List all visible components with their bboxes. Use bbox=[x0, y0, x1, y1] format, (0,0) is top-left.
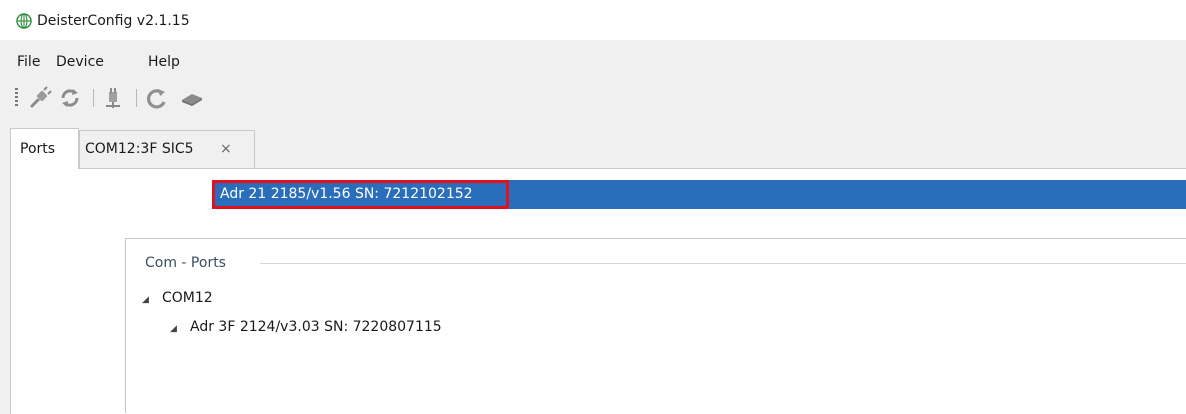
window-title: DeisterConfig v2.1.15 bbox=[37, 13, 190, 29]
network-plug-icon[interactable] bbox=[102, 86, 126, 110]
reconnect-arrow-icon[interactable] bbox=[145, 86, 169, 110]
menu-file[interactable]: File bbox=[17, 52, 40, 72]
menu-help[interactable]: Help bbox=[148, 52, 180, 72]
toolbar-separator bbox=[93, 89, 94, 107]
device-reader-icon[interactable] bbox=[180, 86, 204, 110]
tree-node-label: COM12 bbox=[162, 290, 213, 306]
tree-node-adr-3f[interactable]: ◢ Adr 3F 2124/v3.03 SN: 7220807115 bbox=[168, 315, 488, 341]
expand-toggle-icon[interactable]: ◢ bbox=[170, 319, 177, 339]
tree-node-com12[interactable]: ◢ COM12 bbox=[140, 286, 440, 312]
tab-ports-label: Ports bbox=[20, 141, 56, 157]
tree-node-label: Adr 3F 2124/v3.03 SN: 7220807115 bbox=[190, 319, 442, 335]
groupbox-rule bbox=[260, 263, 1186, 264]
close-tab-icon[interactable]: × bbox=[220, 139, 232, 159]
com-ports-title: Com - Ports bbox=[141, 253, 232, 273]
app-globe-icon bbox=[16, 13, 32, 29]
tab-com12-label: COM12:3F SIC5 bbox=[85, 141, 194, 157]
title-bar: DeisterConfig v2.1.15 bbox=[0, 0, 1186, 40]
menu-device[interactable]: Device bbox=[56, 52, 104, 72]
refresh-icon[interactable] bbox=[58, 86, 82, 110]
toolbar-grip[interactable] bbox=[15, 88, 18, 108]
tab-ports[interactable]: Ports bbox=[10, 128, 79, 169]
expand-toggle-icon[interactable]: ◢ bbox=[142, 290, 149, 310]
tab-com12[interactable]: COM12:3F SIC5 × bbox=[79, 130, 255, 169]
red-highlight-box bbox=[212, 180, 509, 209]
toolbar bbox=[0, 80, 260, 114]
toolbar-separator bbox=[136, 89, 137, 107]
connect-plug-icon[interactable] bbox=[28, 86, 52, 110]
